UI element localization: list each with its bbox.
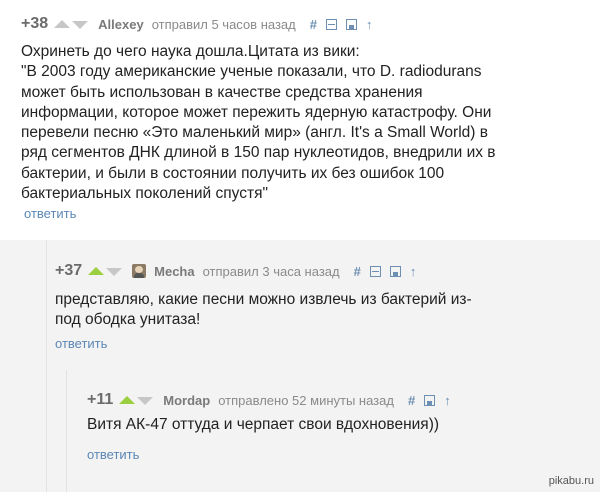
timestamp: отправил 3 часа назад xyxy=(202,263,340,279)
comment-header: +11 Mordap отправлено 52 минуты назад # … xyxy=(87,390,451,410)
comment-tools: # ↑ xyxy=(310,17,373,32)
upvote-icon[interactable] xyxy=(119,396,136,404)
comment-text: представляю, какие песни можно извлечь и… xyxy=(55,290,472,331)
avatar[interactable] xyxy=(132,264,147,278)
text-line: Охринеть до чего наука дошла.Цитата из в… xyxy=(21,43,360,60)
comment-3: +11 Mordap отправлено 52 минуты назад # … xyxy=(66,370,600,492)
collapse-icon[interactable] xyxy=(369,265,381,277)
reply-link[interactable]: ответить xyxy=(24,206,76,221)
username[interactable]: Allexey xyxy=(98,17,144,32)
permalink-icon[interactable]: # xyxy=(310,17,317,32)
upvote-icon[interactable] xyxy=(54,20,71,28)
comment-2: +37 Mecha отправил 3 часа назад # ↑ пред… xyxy=(0,240,600,492)
watermark: pikabu.ru xyxy=(548,475,594,487)
save-icon[interactable] xyxy=(424,394,436,406)
username[interactable]: Mecha xyxy=(154,264,194,279)
permalink-icon[interactable]: # xyxy=(408,393,415,408)
text-line: представляю, какие песни можно извлечь и… xyxy=(55,291,472,308)
text-line: ряд сегментов ДНК длиной в 150 пар нукле… xyxy=(21,144,496,162)
parent-arrow-icon[interactable]: ↑ xyxy=(410,264,417,279)
save-icon[interactable] xyxy=(389,265,401,277)
comment-tools: # ↑ xyxy=(354,264,417,279)
text-line: под ободка унитаза! xyxy=(55,311,201,329)
text-line: Витя АК-47 оттуда и черпает свои вдохнов… xyxy=(87,416,440,433)
text-line: бактерии, и были в состоянии получить их… xyxy=(21,164,445,182)
timestamp: отправлено 52 минуты назад xyxy=(218,392,394,408)
upvote-icon[interactable] xyxy=(88,267,105,275)
thread-line xyxy=(46,240,47,492)
text-line: бактериальных поколений спустя" xyxy=(21,185,268,203)
text-line: информации, которое может пережить ядерн… xyxy=(21,103,492,121)
reply-link[interactable]: ответить xyxy=(87,447,139,462)
rating: +37 xyxy=(55,262,83,279)
permalink-icon[interactable]: # xyxy=(354,264,361,279)
downvote-icon[interactable] xyxy=(137,397,154,405)
downvote-icon[interactable] xyxy=(106,268,123,276)
timestamp: отправил 5 часов назад xyxy=(151,16,296,32)
text-line: перевели песню «Это маленький мир» (англ… xyxy=(21,124,488,142)
rating: +38 xyxy=(21,15,49,32)
username[interactable]: Mordap xyxy=(163,393,210,408)
comment-tools: # ↑ xyxy=(408,393,451,408)
collapse-icon[interactable] xyxy=(325,18,337,30)
rating: +11 xyxy=(87,391,114,408)
comment-header: +38 Allexey отправил 5 часов назад # ↑ xyxy=(21,14,372,34)
parent-arrow-icon[interactable]: ↑ xyxy=(444,393,451,408)
comment-header: +37 Mecha отправил 3 часа назад # ↑ xyxy=(55,261,416,281)
comment-1: +38 Allexey отправил 5 часов назад # ↑ О… xyxy=(0,0,600,240)
reply-link[interactable]: ответить xyxy=(55,336,107,351)
comment-text: Витя АК-47 оттуда и черпает свои вдохнов… xyxy=(87,415,439,435)
parent-arrow-icon[interactable]: ↑ xyxy=(366,17,373,32)
text-line: может быть использован в качестве средст… xyxy=(21,83,423,101)
downvote-icon[interactable] xyxy=(72,21,89,29)
text-line: "В 2003 году американские ученые показал… xyxy=(21,63,482,81)
comment-2-body: +37 Mecha отправил 3 часа назад # ↑ пред… xyxy=(0,240,600,370)
comment-text: Охринеть до чего наука дошла.Цитата из в… xyxy=(21,42,496,204)
save-icon[interactable] xyxy=(345,18,357,30)
